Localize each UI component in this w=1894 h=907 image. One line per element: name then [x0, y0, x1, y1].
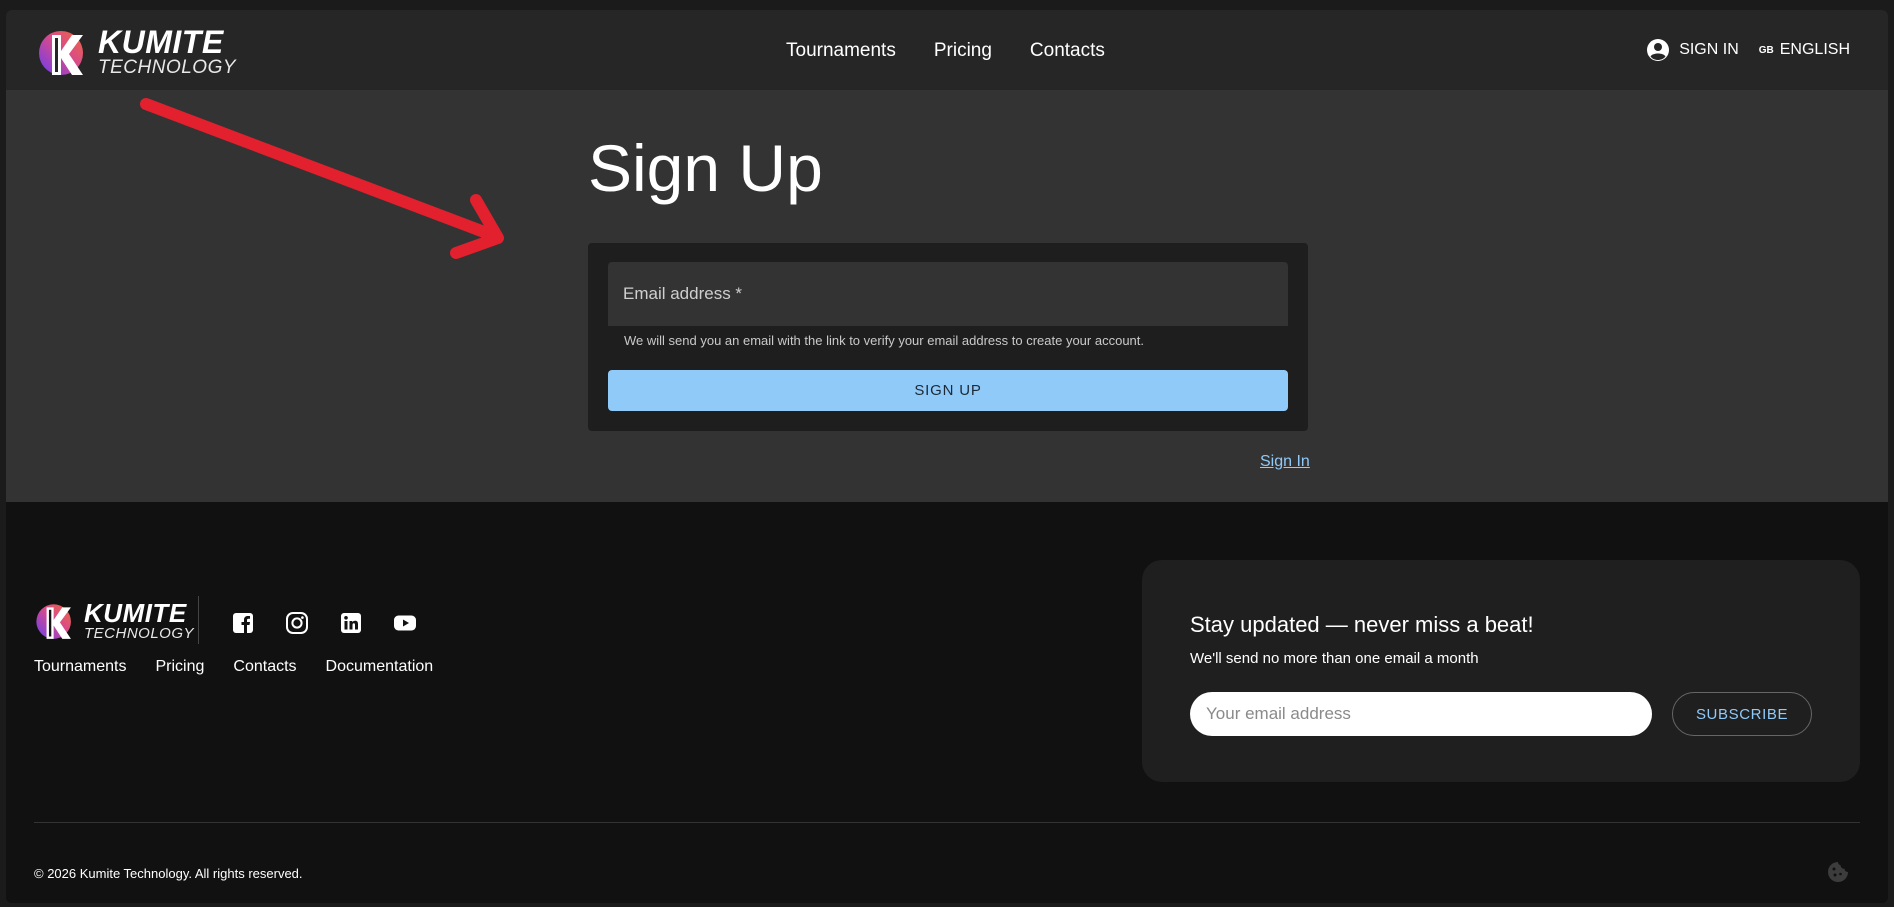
- signup-section: Sign Up Email address * We will send you…: [6, 90, 1888, 502]
- header-sign-in-label: SIGN IN: [1679, 41, 1739, 58]
- site-header: KUMITE TECHNOLOGY Tournaments Pricing Co…: [6, 10, 1888, 90]
- email-field-label: Email address *: [623, 284, 743, 303]
- footer-separator: [34, 822, 1860, 823]
- instagram-icon[interactable]: [282, 608, 312, 638]
- copyright-text: © 2026 Kumite Technology. All rights res…: [34, 866, 303, 881]
- flag-icon: GB: [1758, 44, 1774, 56]
- header-sign-in-button[interactable]: SIGN IN: [1646, 38, 1739, 62]
- youtube-icon[interactable]: [390, 608, 420, 638]
- footer-wordmark: KUMITE TECHNOLOGY: [84, 600, 194, 641]
- language-selector[interactable]: GB ENGLISH: [1759, 41, 1850, 59]
- account-circle-icon: [1647, 39, 1670, 61]
- linkedin-icon[interactable]: [336, 608, 366, 638]
- footer-link-contacts[interactable]: Contacts: [233, 658, 296, 676]
- page-title: Sign Up: [588, 131, 823, 205]
- newsletter-email-input[interactable]: [1190, 692, 1652, 736]
- newsletter-subtitle: We'll send no more than one email a mont…: [1190, 650, 1479, 667]
- email-field[interactable]: Email address *: [608, 262, 1288, 326]
- nav-tournaments[interactable]: Tournaments: [786, 40, 896, 62]
- facebook-icon[interactable]: [228, 608, 258, 638]
- email-helper-text: We will send you an email with the link …: [624, 333, 1144, 348]
- social-links: [228, 608, 420, 638]
- cookie-icon[interactable]: [1826, 860, 1850, 884]
- footer-logo[interactable]: KUMITE TECHNOLOGY: [34, 598, 194, 642]
- footer-link-pricing[interactable]: Pricing: [156, 658, 205, 676]
- footer-brand-sub: TECHNOLOGY: [84, 624, 195, 642]
- footer-link-tournaments[interactable]: Tournaments: [34, 658, 127, 676]
- nav-contacts[interactable]: Contacts: [1030, 40, 1105, 62]
- newsletter-title: Stay updated — never miss a beat!: [1190, 612, 1534, 637]
- brand-name: KUMITE: [98, 23, 224, 60]
- brand-sub: TECHNOLOGY: [98, 56, 237, 78]
- newsletter-card: Stay updated — never miss a beat! We'll …: [1142, 560, 1860, 782]
- nav-pricing[interactable]: Pricing: [934, 40, 992, 62]
- sign-up-button[interactable]: SIGN UP: [608, 370, 1288, 411]
- browser-viewport: KUMITE TECHNOLOGY Tournaments Pricing Co…: [6, 10, 1888, 903]
- header-logo[interactable]: KUMITE TECHNOLOGY: [36, 23, 236, 79]
- logo-wordmark: KUMITE TECHNOLOGY: [98, 26, 236, 77]
- header-actions: SIGN IN GB ENGLISH: [1646, 38, 1850, 62]
- footer-brand-name: KUMITE: [84, 597, 187, 628]
- kumite-logo-icon: [36, 604, 71, 639]
- footer-links: Tournaments Pricing Contacts Documentati…: [34, 658, 433, 676]
- subscribe-button[interactable]: SUBSCRIBE: [1672, 692, 1812, 736]
- main-nav: Tournaments Pricing Contacts: [786, 40, 1105, 62]
- kumite-logo-icon: [39, 31, 83, 75]
- site-footer: KUMITE TECHNOLOGY Tournaments Pricing Co…: [6, 502, 1888, 903]
- signup-card: Email address * We will send you an emai…: [588, 243, 1308, 431]
- footer-link-documentation[interactable]: Documentation: [326, 658, 434, 676]
- sign-in-link[interactable]: Sign In: [1260, 453, 1310, 471]
- footer-divider: [198, 596, 199, 644]
- language-label: ENGLISH: [1779, 41, 1850, 58]
